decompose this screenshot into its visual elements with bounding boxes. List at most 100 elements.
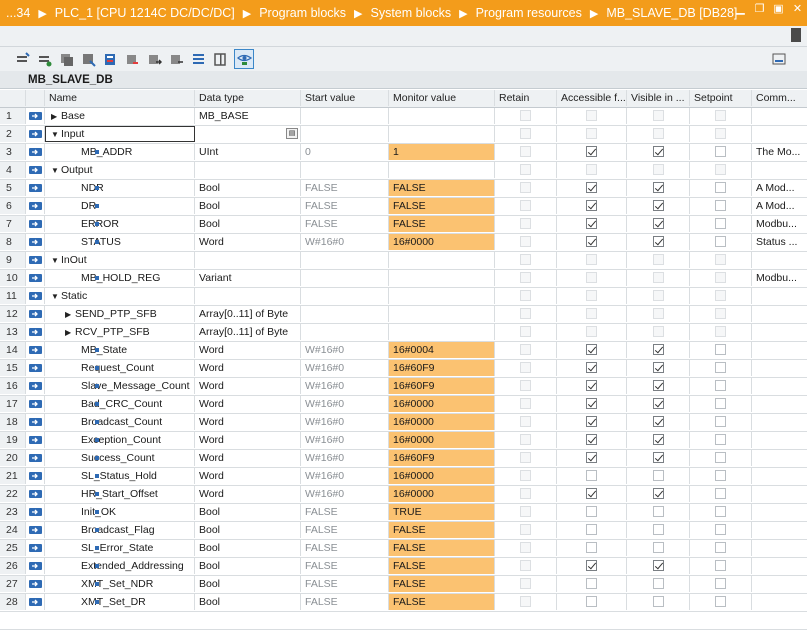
cell-accessible[interactable] <box>557 162 627 178</box>
accessible-checkbox[interactable] <box>586 344 597 355</box>
retain-checkbox[interactable] <box>520 560 531 571</box>
cell-name[interactable]: SL_Error_State <box>45 540 195 556</box>
cell-start-value[interactable]: FALSE <box>301 504 389 520</box>
cell-name[interactable]: Success_Count <box>45 450 195 466</box>
table-row[interactable]: 17 Bad_CRC_Count Word W#16#0 16#0000 <box>0 396 807 414</box>
cell-monitor-value[interactable] <box>389 252 495 268</box>
cell-start-value[interactable]: FALSE <box>301 180 389 196</box>
cell-accessible[interactable] <box>557 486 627 502</box>
cell-setpoint[interactable] <box>690 432 752 448</box>
cell-comment[interactable] <box>752 306 807 322</box>
table-row[interactable]: 27 XMT_Set_NDR Bool FALSE FALSE <box>0 576 807 594</box>
cell-name[interactable]: HR_Start_Offset <box>45 486 195 502</box>
cell-retain[interactable] <box>495 144 557 160</box>
expand-all-icon[interactable] <box>58 51 74 67</box>
cell-setpoint[interactable] <box>690 378 752 394</box>
cell-accessible[interactable] <box>557 522 627 538</box>
cell-retain[interactable] <box>495 234 557 250</box>
cell-retain[interactable] <box>495 180 557 196</box>
cell-retain[interactable] <box>495 504 557 520</box>
retain-checkbox[interactable] <box>520 362 531 373</box>
cell-visible[interactable] <box>627 108 690 124</box>
cell-visible[interactable] <box>627 342 690 358</box>
table-row[interactable]: 8 STATUS Word W#16#0 16#0000 Status ... <box>0 234 807 252</box>
cell-start-value[interactable]: FALSE <box>301 594 389 610</box>
cell-setpoint[interactable] <box>690 342 752 358</box>
cell-accessible[interactable] <box>557 396 627 412</box>
cell-datatype[interactable]: Array[0..11] of Byte <box>195 306 301 322</box>
cell-comment[interactable] <box>752 126 807 142</box>
cell-start-value[interactable]: W#16#0 <box>301 360 389 376</box>
column-settings-icon[interactable] <box>212 51 228 67</box>
cell-comment[interactable] <box>752 414 807 430</box>
add-row-icon[interactable] <box>36 51 52 67</box>
cell-setpoint[interactable] <box>690 306 752 322</box>
setpoint-checkbox[interactable] <box>715 164 726 175</box>
collapse-toggle-icon[interactable]: ▼ <box>51 163 61 178</box>
cell-visible[interactable] <box>627 252 690 268</box>
cell-datatype[interactable]: Bool <box>195 504 301 520</box>
visible-checkbox[interactable] <box>653 146 664 157</box>
retain-checkbox[interactable] <box>520 110 531 121</box>
cell-setpoint[interactable] <box>690 450 752 466</box>
cell-name[interactable]: ▼ Output <box>45 162 195 178</box>
header-setpoint[interactable]: Setpoint <box>690 90 752 106</box>
table-row[interactable]: 15 Request_Count Word W#16#0 16#60F9 <box>0 360 807 378</box>
cell-name[interactable]: Slave_Message_Count <box>45 378 195 394</box>
table-row[interactable]: 28 XMT_Set_DR Bool FALSE FALSE <box>0 594 807 612</box>
table-row[interactable]: 13 ▶ RCV_PTP_SFB Array[0..11] of Byte <box>0 324 807 342</box>
accessible-checkbox[interactable] <box>586 218 597 229</box>
cell-monitor-value[interactable]: 16#0000 <box>389 396 495 412</box>
visible-checkbox[interactable] <box>653 578 664 589</box>
cell-datatype[interactable] <box>195 162 301 178</box>
interface-icon[interactable] <box>26 324 45 340</box>
cell-monitor-value[interactable]: 1 <box>389 144 495 160</box>
cell-visible[interactable] <box>627 468 690 484</box>
cell-start-value[interactable] <box>301 126 389 142</box>
minimize-icon[interactable]: ▁ <box>735 4 746 15</box>
interface-icon[interactable] <box>26 252 45 268</box>
cell-retain[interactable] <box>495 342 557 358</box>
cell-start-value[interactable] <box>301 162 389 178</box>
interface-icon[interactable] <box>26 198 45 214</box>
cell-monitor-value[interactable]: 16#0000 <box>389 486 495 502</box>
cell-datatype[interactable]: Bool <box>195 216 301 232</box>
setpoint-checkbox[interactable] <box>715 506 726 517</box>
cell-retain[interactable] <box>495 324 557 340</box>
cell-start-value[interactable]: FALSE <box>301 540 389 556</box>
cell-monitor-value[interactable]: TRUE <box>389 504 495 520</box>
cell-name[interactable]: ▼ InOut <box>45 252 195 268</box>
visible-checkbox[interactable] <box>653 542 664 553</box>
cell-start-value[interactable]: FALSE <box>301 198 389 214</box>
retain-checkbox[interactable] <box>520 398 531 409</box>
interface-icon[interactable] <box>26 396 45 412</box>
setpoint-checkbox[interactable] <box>715 578 726 589</box>
cell-accessible[interactable] <box>557 378 627 394</box>
retain-checkbox[interactable] <box>520 218 531 229</box>
cell-start-value[interactable]: W#16#0 <box>301 450 389 466</box>
table-row[interactable]: 21 SL_Status_Hold Word W#16#0 16#0000 <box>0 468 807 486</box>
setpoint-checkbox[interactable] <box>715 308 726 319</box>
accessible-checkbox[interactable] <box>586 326 597 337</box>
cell-accessible[interactable] <box>557 234 627 250</box>
cell-name[interactable]: XMT_Set_DR <box>45 594 195 610</box>
cell-name[interactable]: Bad_CRC_Count <box>45 396 195 412</box>
cell-datatype[interactable]: Word <box>195 360 301 376</box>
cell-retain[interactable] <box>495 486 557 502</box>
list-icon[interactable] <box>190 51 206 67</box>
visible-checkbox[interactable] <box>653 272 664 283</box>
cell-retain[interactable] <box>495 126 557 142</box>
cell-comment[interactable] <box>752 468 807 484</box>
cell-datatype[interactable] <box>195 252 301 268</box>
cell-retain[interactable] <box>495 306 557 322</box>
expand-toggle-icon[interactable]: ▶ <box>51 109 61 124</box>
table-row[interactable]: 14 MB_State Word W#16#0 16#0004 <box>0 342 807 360</box>
setpoint-checkbox[interactable] <box>715 200 726 211</box>
header-accessible[interactable]: Accessible f... <box>557 90 627 106</box>
accessible-checkbox[interactable] <box>586 200 597 211</box>
retain-checkbox[interactable] <box>520 344 531 355</box>
retain-checkbox[interactable] <box>520 236 531 247</box>
cell-name[interactable]: STATUS <box>45 234 195 250</box>
breadcrumb-item[interactable]: MB_SLAVE_DB [DB28] <box>606 6 737 20</box>
cell-datatype[interactable]: UInt <box>195 144 301 160</box>
